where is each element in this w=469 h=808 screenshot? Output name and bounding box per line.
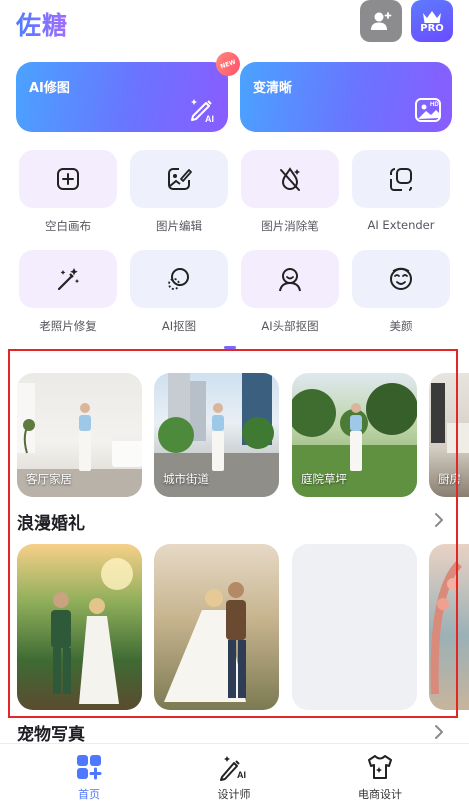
tool-ai-extender[interactable]	[352, 150, 450, 208]
scene-label: 城市街道	[163, 472, 209, 486]
tool-blank-canvas[interactable]	[19, 150, 117, 208]
tool-image-edit-label: 图片编辑	[156, 219, 202, 233]
tool-image-edit[interactable]	[130, 150, 228, 208]
scene-label: 厨房	[438, 472, 461, 486]
scene-card-kitchen[interactable]: 厨房	[429, 373, 469, 497]
chevron-right-icon[interactable]	[433, 724, 445, 740]
scene-label: 客厅家居	[26, 472, 72, 486]
tool-ai-extender-label: AI Extender	[367, 218, 435, 232]
ai-brush-icon: AI	[191, 99, 214, 124]
user-plus-icon	[371, 12, 392, 30]
wedding-card-meadow[interactable]	[154, 544, 279, 710]
pro-button[interactable]: PRO	[411, 0, 453, 42]
pro-label: PRO	[420, 22, 444, 34]
image-edit-icon	[168, 168, 192, 190]
section-title-wedding: 浪漫婚礼	[17, 514, 85, 534]
wedding-card-placeholder[interactable]	[292, 544, 417, 710]
enhance-card[interactable]: 变清晰 HD	[240, 62, 452, 132]
scene-label: 庭院草坪	[301, 472, 347, 486]
tab-designer[interactable]: AI 设计师	[174, 744, 294, 808]
eraser-drop-icon	[280, 167, 300, 191]
head-cutout-icon	[279, 268, 301, 292]
tool-blank-canvas-label: 空白画布	[45, 219, 91, 233]
tool-head-cutout-label: AI头部抠图	[261, 319, 319, 333]
plus-square-icon	[57, 168, 79, 190]
expand-icon	[390, 168, 412, 191]
wedding-card-forest[interactable]	[17, 544, 142, 710]
tool-eraser-label: 图片消除笔	[261, 219, 319, 233]
magic-wand-icon	[57, 268, 80, 291]
svg-text:AI: AI	[237, 770, 246, 780]
scene-card-yard-lawn[interactable]: 庭院草坪	[292, 373, 417, 497]
bottom-tab-bar: 首页 AI 设计师 电商设计	[0, 743, 469, 808]
tool-beauty-label: 美颜	[389, 319, 413, 333]
user-plus-button[interactable]	[360, 0, 402, 42]
tool-photo-restore-label: 老照片修复	[39, 319, 97, 333]
tab-designer-label: 设计师	[217, 788, 251, 801]
tab-ecommerce[interactable]: 电商设计	[320, 744, 440, 808]
tool-photo-restore[interactable]	[19, 250, 117, 308]
tool-ai-cutout[interactable]	[130, 250, 228, 308]
wedding-card-beach[interactable]	[429, 544, 469, 710]
section-title-pets: 宠物写真	[17, 725, 85, 745]
ai-retouch-card[interactable]: AI修图 AI	[16, 62, 228, 132]
scene-card-city-street[interactable]: 城市街道	[154, 373, 279, 497]
tab-ecommerce-label: 电商设计	[358, 788, 402, 801]
tool-beauty[interactable]	[352, 250, 450, 308]
tool-head-cutout[interactable]	[241, 250, 339, 308]
tab-home[interactable]: 首页	[29, 744, 149, 808]
home-grid-icon	[77, 755, 102, 780]
ai-retouch-label: AI修图	[29, 81, 70, 96]
ai-pen-icon: AI	[220, 756, 246, 781]
app-logo: 佐糖	[16, 6, 68, 42]
page-indicator	[224, 346, 236, 349]
tool-eraser[interactable]	[241, 150, 339, 208]
tool-ai-cutout-label: AI抠图	[161, 319, 197, 333]
wedding-image	[430, 561, 463, 695]
beauty-face-icon	[390, 267, 412, 290]
header: 佐糖 PRO	[0, 0, 469, 50]
tshirt-icon	[368, 755, 392, 779]
tab-home-label: 首页	[78, 788, 100, 801]
svg-text:AI: AI	[205, 114, 214, 124]
svg-text:HD: HD	[430, 102, 439, 108]
wedding-image	[51, 558, 133, 704]
enhance-label: 变清晰	[253, 81, 293, 96]
scene-card-living-room[interactable]: 客厅家居	[17, 373, 142, 497]
chevron-right-icon[interactable]	[433, 512, 445, 528]
cutout-circle-icon	[168, 268, 189, 290]
hd-image-icon: HD	[415, 98, 441, 122]
wedding-image	[164, 582, 246, 702]
